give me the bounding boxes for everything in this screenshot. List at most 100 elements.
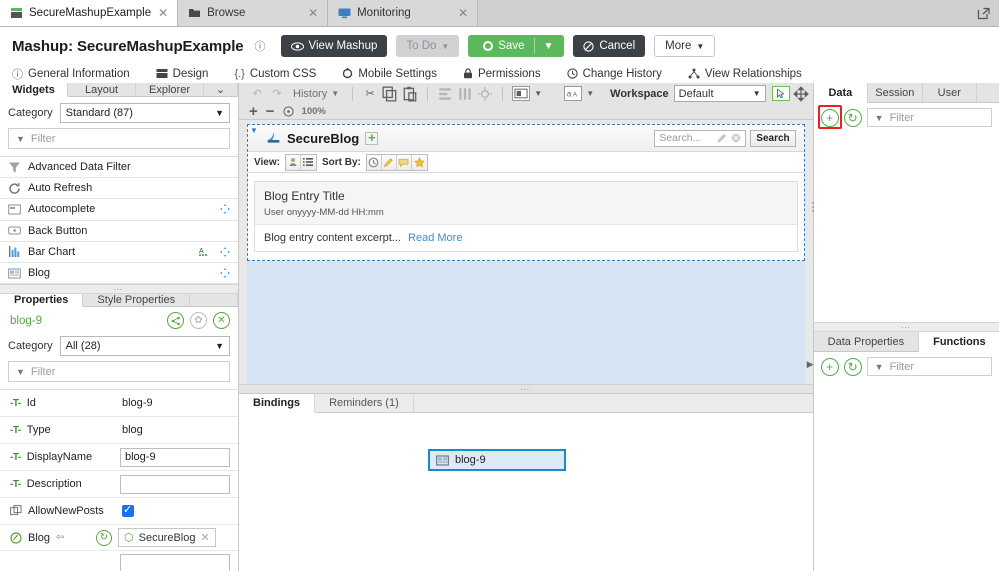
right-panel-grip[interactable] xyxy=(809,192,817,222)
property-row-description[interactable]: -T- Description xyxy=(0,471,238,499)
close-icon[interactable]: ✕ xyxy=(457,6,469,20)
browser-tab-browse[interactable]: Browse ✕ xyxy=(178,0,329,26)
functions-panel-list[interactable] xyxy=(813,381,999,571)
remove-icon[interactable]: ✕ xyxy=(200,531,209,544)
tab-reminders[interactable]: Reminders (1) xyxy=(315,394,414,412)
popout-icon[interactable] xyxy=(977,6,991,20)
data-panel-list[interactable] xyxy=(811,132,999,322)
tab-bindings[interactable]: Bindings xyxy=(239,394,316,413)
browser-tab-secure-mashup[interactable]: SecureMashupExample ✕ xyxy=(0,0,179,26)
tab-data-properties[interactable]: Data Properties xyxy=(813,332,920,351)
view-mashup-button[interactable]: View Mashup xyxy=(280,35,388,57)
tab-widgets[interactable]: Widgets xyxy=(0,83,68,97)
property-category-select[interactable]: All (28) ▼ xyxy=(59,336,230,357)
drag-handle-icon[interactable] xyxy=(220,246,230,257)
blog-search-button[interactable]: Search xyxy=(750,129,796,147)
property-row-displayname[interactable]: -T- DisplayName blog-9 xyxy=(0,444,238,472)
add-function-button[interactable]: + xyxy=(820,357,839,376)
save-button[interactable]: Save ▼ xyxy=(468,35,565,57)
widget-list-item-advanced-data-filter[interactable]: Advanced Data Filter xyxy=(0,157,238,179)
share-icon[interactable] xyxy=(167,312,184,330)
description-input[interactable] xyxy=(120,474,230,494)
widget-list-item-auto-refresh[interactable]: Auto Refresh xyxy=(0,178,238,200)
function-filter-input[interactable]: ▼ Filter xyxy=(866,357,992,376)
select-cursor-icon[interactable] xyxy=(771,86,790,101)
partial-input[interactable] xyxy=(120,554,230,571)
info-icon[interactable]: ⓘ xyxy=(255,38,266,54)
anchor-icon[interactable] xyxy=(477,86,493,102)
widget-list-item-autocomplete[interactable]: Autocomplete xyxy=(0,199,238,221)
pencil-icon[interactable] xyxy=(382,154,397,170)
tab-user[interactable]: User xyxy=(922,83,978,102)
left-panel-splitter[interactable]: ⋯ xyxy=(0,284,238,295)
undo-icon[interactable]: ↶ xyxy=(249,86,265,102)
bindings-canvas[interactable]: blog-9 xyxy=(239,413,813,571)
chevron-down-icon[interactable]: ▼ xyxy=(582,86,598,102)
text-style-icon[interactable]: a A xyxy=(564,86,583,101)
blog-search-input[interactable]: Search... xyxy=(654,129,747,147)
blog-widget-selected[interactable]: ▼ SecureBlog + Search... Search View: So… xyxy=(247,124,805,261)
tab-style-properties[interactable]: Style Properties xyxy=(83,294,191,307)
widget-list-item-back-button[interactable]: Back Button xyxy=(0,221,238,242)
data-filter-input[interactable]: ▼ Filter xyxy=(866,108,992,127)
close-icon[interactable]: ✕ xyxy=(157,6,169,20)
add-post-button[interactable]: + xyxy=(365,131,379,145)
close-icon[interactable]: ✕ xyxy=(307,6,319,20)
tab-layout[interactable]: Layout xyxy=(68,83,136,96)
property-row-type[interactable]: -T- Type blog xyxy=(0,417,238,445)
property-row-id[interactable]: -T- Id blog-9 xyxy=(0,390,238,418)
displayname-input[interactable]: blog-9 xyxy=(120,447,230,467)
read-more-link[interactable]: Read More xyxy=(408,232,462,244)
distribute-icon[interactable] xyxy=(457,86,473,102)
drag-handle-icon[interactable] xyxy=(220,268,230,279)
collapse-arrow-icon[interactable]: ▶ xyxy=(807,359,814,370)
clear-icon[interactable] xyxy=(731,133,741,143)
layout-icon[interactable] xyxy=(512,86,531,101)
paste-icon[interactable] xyxy=(402,86,418,102)
blog-entry[interactable]: Blog Entry Title User onyyyy-MM-dd HH:mm… xyxy=(254,181,798,252)
pencil-icon[interactable] xyxy=(717,133,727,143)
tab-session[interactable]: Session xyxy=(868,83,923,102)
tab-explorer[interactable]: Explorer xyxy=(136,83,204,96)
history-dropdown[interactable]: History ▼ xyxy=(289,88,343,100)
comment-icon[interactable] xyxy=(397,154,412,170)
zoom-reset-icon[interactable] xyxy=(282,106,294,117)
refresh-icon[interactable]: ↻ xyxy=(843,108,862,127)
widget-list-item-blog[interactable]: Blog xyxy=(0,263,238,285)
property-filter-input[interactable]: ▼ Filter xyxy=(8,361,230,383)
right-panel-splitter[interactable]: ⋯ xyxy=(813,322,999,332)
gear-icon[interactable]: ✿ xyxy=(190,312,207,330)
widget-filter-input[interactable]: ▼ Filter xyxy=(8,128,230,149)
drag-handle-icon[interactable] xyxy=(220,204,230,215)
close-icon[interactable]: ✕ xyxy=(213,312,230,330)
blog-entity-pill[interactable]: ⬡ SecureBlog ✕ xyxy=(118,528,216,548)
refresh-icon[interactable]: ↻ xyxy=(96,529,112,546)
tab-data[interactable]: Data xyxy=(813,83,869,103)
property-row-allownewposts[interactable]: AllowNewPosts xyxy=(0,498,238,526)
allownewposts-checkbox[interactable] xyxy=(122,503,134,518)
property-row-partial[interactable] xyxy=(0,551,238,571)
workspace-select[interactable]: Default ▼ xyxy=(673,85,766,102)
widget-category-select[interactable]: Standard (87) ▼ xyxy=(59,103,230,123)
move-icon[interactable] xyxy=(792,85,809,102)
redo-icon[interactable]: ↷ xyxy=(269,86,285,102)
widget-collapse-handle[interactable]: ▼ xyxy=(250,126,258,135)
cut-icon[interactable]: ✂ xyxy=(362,86,378,102)
clock-icon[interactable] xyxy=(367,154,382,170)
todo-button[interactable]: To Do ▼ xyxy=(396,35,460,57)
tab-properties[interactable]: Properties xyxy=(0,294,84,308)
more-button[interactable]: More ▼ xyxy=(654,35,716,57)
user-view-icon[interactable] xyxy=(286,154,301,170)
cancel-button[interactable]: Cancel xyxy=(573,35,646,57)
copy-icon[interactable] xyxy=(382,86,398,102)
tab-functions[interactable]: Functions xyxy=(919,332,999,352)
list-view-icon[interactable] xyxy=(301,155,316,170)
star-icon[interactable] xyxy=(412,155,427,170)
browser-tab-monitoring[interactable]: Monitoring ✕ xyxy=(328,0,479,26)
localization-icon[interactable]: A xyxy=(198,246,209,257)
canvas-bindings-splitter[interactable]: ⋯ xyxy=(239,384,813,394)
chevron-down-icon[interactable]: ▼ xyxy=(543,41,553,52)
chevron-down-icon[interactable]: ▼ xyxy=(530,86,546,102)
refresh-icon[interactable]: ↻ xyxy=(843,357,862,376)
widget-list-item-bar-chart[interactable]: Bar Chart A xyxy=(0,242,238,263)
